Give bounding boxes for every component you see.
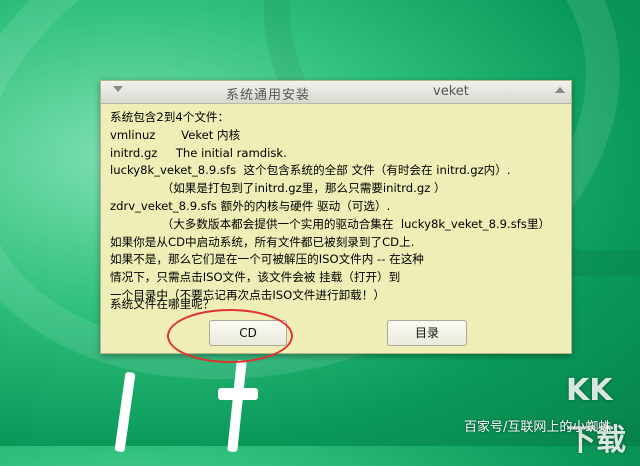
- highlight-circle: [167, 309, 293, 363]
- watermark-text: 百家号/互联网上的小蜘蛛: [464, 420, 612, 435]
- message-line: lucky8k_veket_8.9.sfs 这个包含系统的全部 文件（有时会在 …: [110, 163, 511, 178]
- message-line: 如果不是，那么它们是在一个可被解压的ISO文件内 -- 在这种: [110, 252, 424, 267]
- message-line: 如果你是从CD中启动系统，所有文件都已被刻录到了CD上.: [110, 234, 415, 249]
- directory-button[interactable]: 目录: [387, 320, 467, 346]
- desktop-logo-stroke: [114, 371, 136, 453]
- dialog-message: 系统包含2到4个文件： vmlinuz Veket 内核 initrd.gz T…: [110, 109, 565, 305]
- message-line: initrd.gz The initial ramdisk.: [110, 145, 287, 160]
- message-line: 系统包含2到4个文件：: [110, 110, 230, 124]
- site-badge: KK下载: [566, 373, 626, 458]
- message-line: （大多数版本都会提供一个实用的驱动合集在 lucky8k_veket_8.9.s…: [110, 216, 551, 231]
- message-line: （如果是打包到了initrd.gz里，那么只需要initrd.gz ）: [110, 181, 446, 196]
- window-menu-icon[interactable]: [113, 86, 123, 92]
- install-dialog: 系统通用安装 veket 系统包含2到4个文件： vmlinuz Veket 内…: [100, 80, 572, 354]
- app-name: veket: [433, 84, 469, 99]
- dialog-title: 系统通用安装: [226, 88, 311, 103]
- window-rollup-icon[interactable]: [555, 87, 565, 93]
- message-line: 情况下，只需点击ISO文件，该文件会被 挂载（打开）到: [110, 270, 401, 285]
- message-line: zdrv_veket_8.9.sfs 额外的内核与硬件 驱动（可选）.: [110, 198, 391, 213]
- dialog-titlebar[interactable]: 系统通用安装 veket: [101, 81, 571, 104]
- message-line: vmlinuz Veket 内核: [110, 127, 241, 142]
- location-question: 系统文件在哪里呢？: [110, 297, 215, 311]
